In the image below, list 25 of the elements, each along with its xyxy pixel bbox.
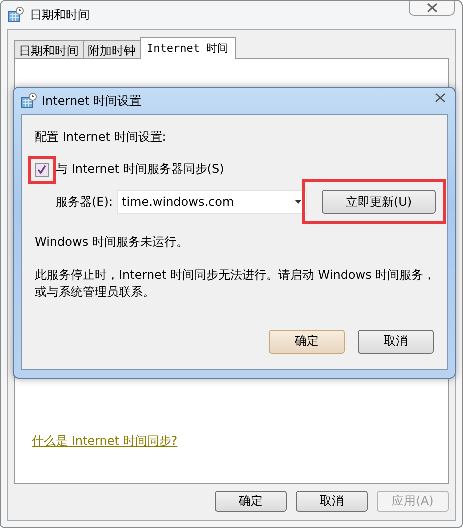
- calendar-clock-icon: [8, 7, 24, 23]
- close-button[interactable]: [433, 92, 447, 104]
- tab[interactable]: Internet 时间: [140, 37, 236, 59]
- server-label: 服务器(E):: [56, 194, 114, 210]
- tab[interactable]: 日期和时间: [14, 40, 84, 59]
- tab[interactable]: 附加时钟: [83, 40, 141, 59]
- sync-checkbox[interactable]: [35, 162, 49, 176]
- dialog-title: Internet 时间设置: [42, 92, 142, 110]
- dropdown-arrow-icon: [295, 200, 302, 204]
- close-icon: [426, 3, 438, 13]
- window-title: 日期和时间: [30, 6, 90, 24]
- message-text: 此服务停止时，Internet 时间同步无法进行。请启动 Windows 时间服务，或与系统管理员联系。: [35, 267, 437, 302]
- dialog-button[interactable]: 确定: [269, 330, 345, 354]
- dialog-button[interactable]: 取消: [358, 330, 434, 354]
- server-combobox[interactable]: time.windows.com: [117, 190, 307, 214]
- calendar-clock-icon: [21, 93, 37, 109]
- dialog-button[interactable]: 确定: [215, 491, 287, 512]
- checkbox-label: 与 Internet 时间服务器同步(S): [56, 161, 224, 178]
- section-heading: 配置 Internet 时间设置:: [35, 129, 166, 146]
- status-text: Windows 时间服务未运行。: [35, 234, 188, 251]
- dialog-button[interactable]: 取消: [296, 491, 368, 512]
- close-button[interactable]: [409, 1, 455, 16]
- update-now-button[interactable]: 立即更新(U): [322, 190, 436, 214]
- help-link[interactable]: 什么是 Internet 时间同步?: [32, 433, 178, 450]
- close-icon: [434, 93, 446, 103]
